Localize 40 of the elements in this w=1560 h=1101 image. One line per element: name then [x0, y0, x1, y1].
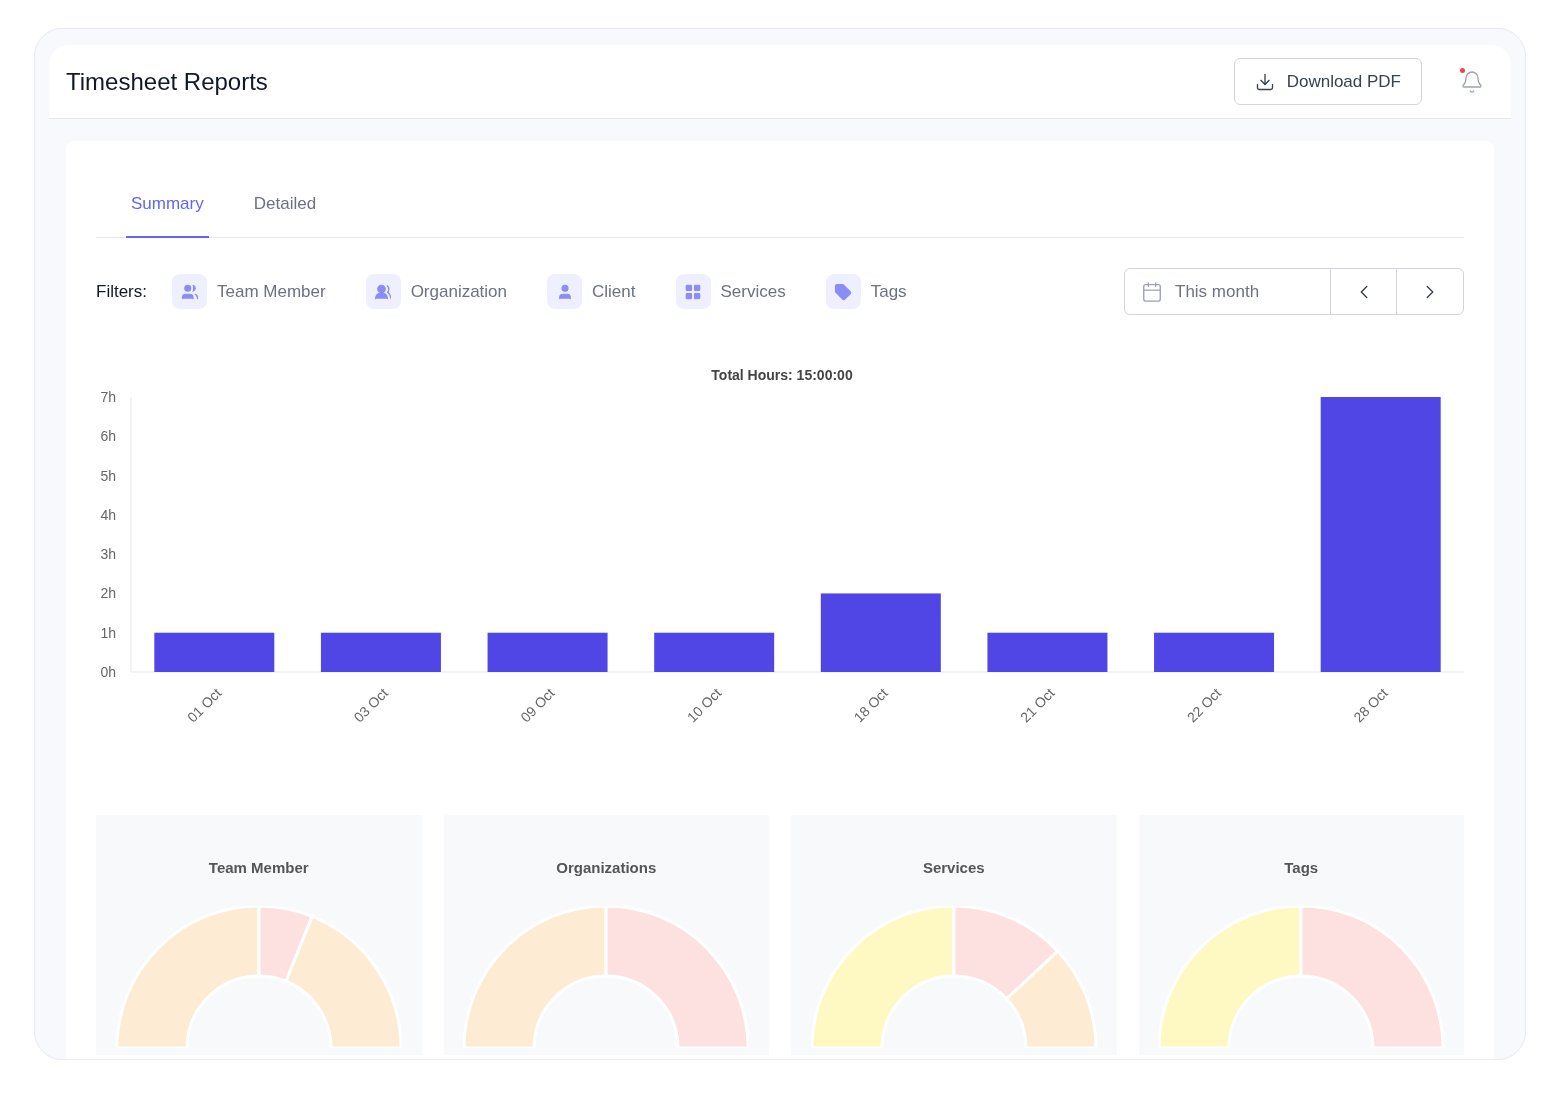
y-axis-label: 7h [100, 389, 116, 405]
filter-icon [825, 274, 861, 309]
tab[interactable]: Detailed [248, 171, 322, 238]
breakdown-title: Tags [1284, 858, 1319, 878]
calendar-icon [1141, 280, 1163, 303]
x-axis-label: 28 Oct [1350, 684, 1391, 726]
x-axis-label: 18 Oct [850, 684, 891, 726]
y-axis-label: 5h [100, 467, 116, 484]
breakdown-title: Team Member [208, 858, 309, 878]
y-axis-label: 0h [100, 664, 116, 680]
bell-icon [1460, 69, 1484, 94]
filter-button[interactable]: Client [547, 274, 636, 309]
x-axis-label: 22 Oct [1183, 684, 1225, 726]
download-pdf-button[interactable]: Download PDF [1233, 58, 1422, 105]
y-axis-label: 6h [100, 428, 116, 445]
y-axis-label: 4h [100, 506, 116, 523]
filters-label: Filters: [96, 280, 147, 303]
filter-button[interactable]: Services [675, 274, 786, 309]
filter-button[interactable]: Team Member [172, 274, 326, 309]
breakdown-title: Organizations [556, 858, 657, 878]
y-axis-label: 2h [100, 585, 116, 602]
filter-icon [365, 274, 401, 309]
x-axis-label: 10 Oct [683, 684, 725, 726]
tab[interactable]: Summary [126, 171, 209, 238]
page-title: Timesheet Reports [66, 66, 268, 97]
filter-icon [172, 274, 207, 309]
breakdown-title: Services [922, 858, 985, 878]
chart-title: Total Hours: 15:00:00 [711, 367, 853, 383]
y-axis-label: 3h [100, 546, 116, 563]
date-range-field[interactable]: This month [1125, 269, 1331, 314]
x-axis-label: 03 Oct [350, 684, 392, 726]
filter-icon [675, 274, 711, 309]
x-axis-label: 01 Oct [183, 684, 225, 726]
filter-icon [547, 274, 583, 309]
download-icon [1254, 71, 1275, 92]
x-axis-label: 09 Oct [517, 684, 558, 726]
x-axis-label: 21 Oct [1017, 684, 1058, 726]
filter-button[interactable]: Organization [365, 274, 508, 309]
y-axis-label: 1h [100, 624, 116, 641]
filter-button[interactable]: Tags [825, 274, 907, 309]
